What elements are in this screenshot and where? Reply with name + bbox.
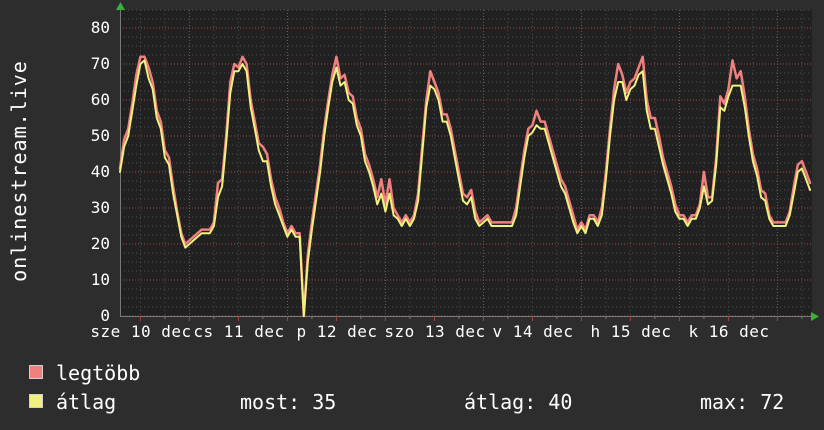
y-tick-label: 30: [90, 198, 110, 217]
y-tick-label: 60: [90, 90, 110, 109]
legend-label-atlag: átlag: [56, 390, 117, 414]
legend-swatch-legtobb: [29, 365, 43, 379]
legend-swatch-atlag: [29, 394, 43, 408]
y-tick-label: 40: [90, 162, 110, 181]
stat-most: most: 35: [240, 390, 337, 414]
y-tick-label: 20: [90, 234, 110, 253]
stat-max: max: 72: [700, 390, 785, 414]
legend-label-legtobb: legtöbb: [56, 361, 141, 385]
x-tick-label: k 16 dec: [688, 322, 770, 341]
x-tick-label: szo 13 dec: [384, 322, 486, 341]
y-axis-arrow-icon: [116, 2, 125, 10]
y-tick-label: 10: [90, 270, 110, 289]
rrd-graph: onlinestream.live 0 10 20 30 40 50 60 70 80 sze …: [0, 0, 824, 430]
x-tick-label: sze 10 dec: [90, 322, 192, 341]
y-tick-label: 70: [90, 54, 110, 73]
x-tick-label: v 14 dec: [492, 322, 574, 341]
x-axis-arrow-icon: [811, 312, 819, 321]
y-tick-label: 80: [90, 18, 110, 37]
graph-title: onlinestream.live: [7, 60, 31, 282]
x-tick-label: cs 11 dec: [193, 322, 285, 341]
x-tick-label: h 15 dec: [590, 322, 672, 341]
stat-atlag: átlag: 40: [464, 390, 573, 414]
x-tick-label: p 12 dec: [296, 322, 378, 341]
y-tick-label: 50: [90, 126, 110, 145]
